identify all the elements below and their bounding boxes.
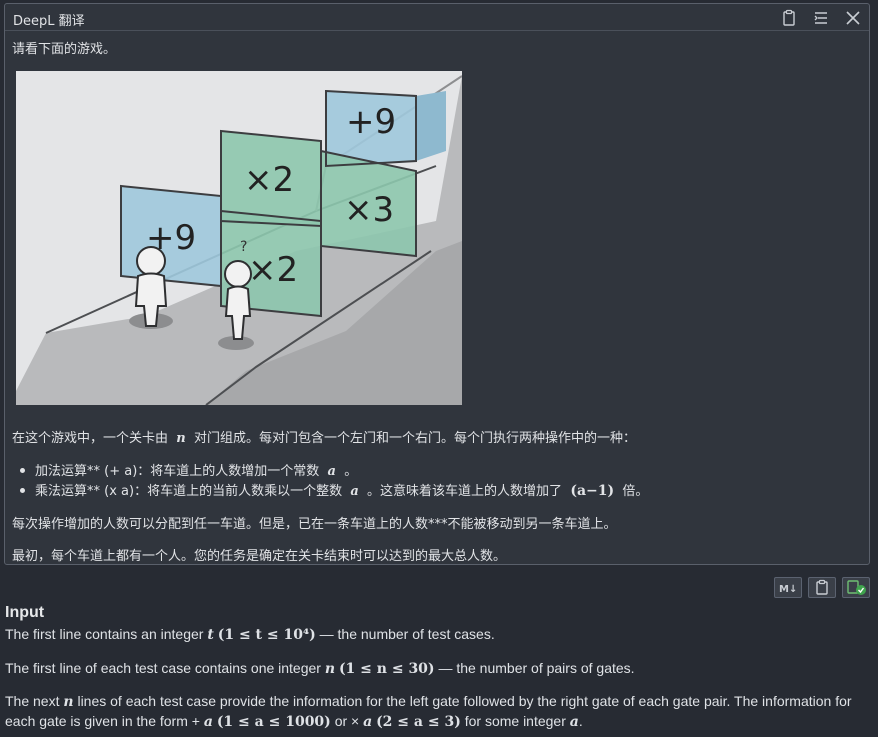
game-illustration: +9 ×2 ×3 +9 ×2 ? (16, 71, 462, 405)
input-line-4: each gate is given in the form + a (1 ≤ … (5, 713, 583, 730)
input-line-1: The first line contains an integer t (1 … (5, 626, 495, 643)
menu-icon[interactable] (811, 8, 831, 28)
input-heading: Input (5, 604, 45, 621)
gate-label-mid-left: ×2 (244, 160, 294, 200)
paragraph-task: 最初，每个车道上都有一个人。您的任务是确定在关卡结束时可以达到的最大总人数。 (12, 549, 507, 564)
input-line-3: The next n lines of each test case provi… (5, 693, 852, 710)
intro-text: 请看下面的游戏。 (12, 42, 117, 57)
popup-title: DeepL 翻译 (13, 14, 85, 29)
copy-icon[interactable] (808, 577, 836, 598)
clipboard-icon[interactable] (779, 8, 799, 28)
markdown-label: M↓ (779, 584, 797, 595)
gate-label-mid-right: ×3 (344, 190, 394, 230)
bullet-dot (20, 468, 25, 473)
gate-label-top: +9 (346, 102, 396, 142)
translation-popup: DeepL 翻译 请看下面的游戏。 +9 ×2 ×3 +9 ×2 ? 在这个游戏… (4, 3, 870, 565)
bullet-dot (20, 488, 25, 493)
close-icon[interactable] (843, 8, 863, 28)
question-mark: ? (240, 239, 247, 255)
bullet-multiplication: 乘法运算** (x a)：将车道上的当前人数乘以一个整数 a 。这意味着该车道上… (20, 480, 648, 499)
translate-ok-icon[interactable] (842, 577, 870, 598)
paragraph-distribution: 每次操作增加的人数可以分配到任一车道。但是，已在一条车道上的人数***不能被移动… (12, 517, 617, 532)
paragraph-rules: 在这个游戏中，一个关卡由 n 对门组成。每对门包含一个左门和一个右门。每个门执行… (12, 431, 637, 446)
bullet-addition: 加法运算** (+ a)：将车道上的人数增加一个常数 a 。 (20, 460, 357, 479)
gate-label-front-right: ×2 (248, 250, 298, 290)
input-line-2: The first line of each test case contain… (5, 660, 635, 677)
markdown-icon[interactable]: M↓ (774, 577, 802, 598)
popup-titlebar: DeepL 翻译 (5, 4, 869, 31)
